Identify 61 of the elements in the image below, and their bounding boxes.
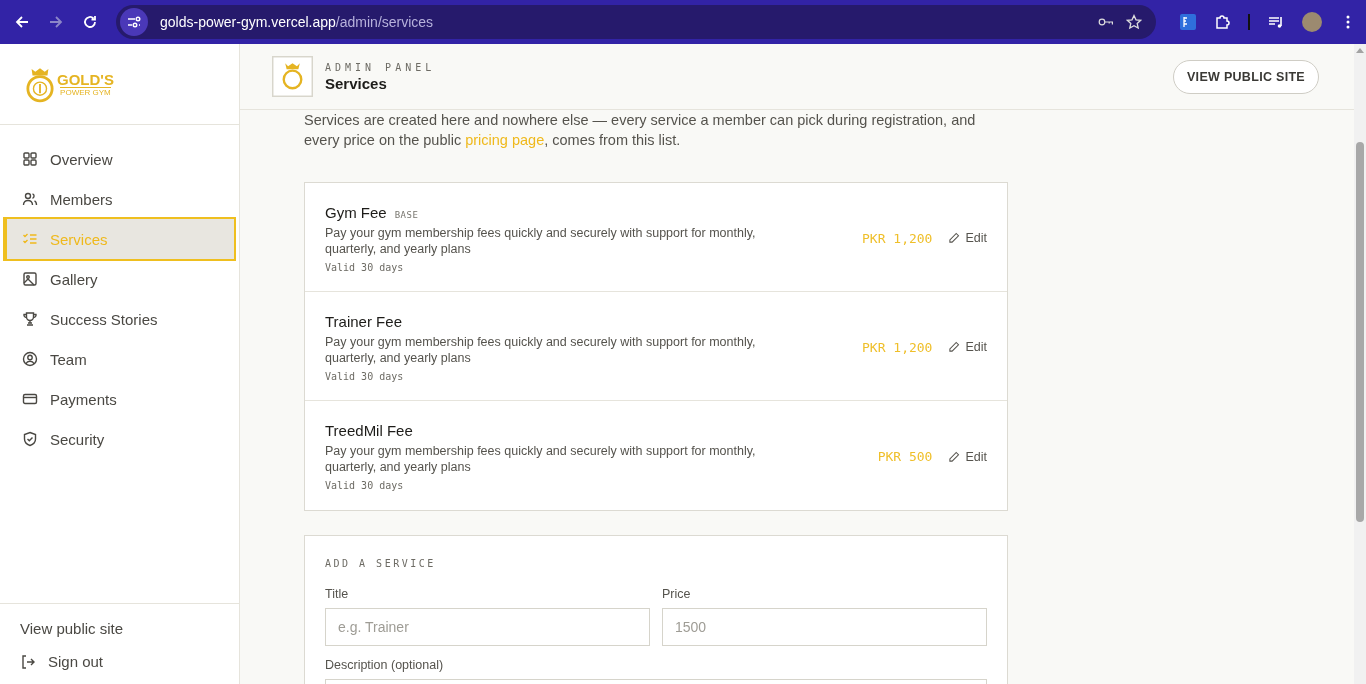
- pencil-icon: [948, 232, 961, 244]
- input-field[interactable]: e.g. Trainer: [325, 608, 650, 646]
- edit-button[interactable]: Edit: [948, 449, 987, 464]
- star-icon[interactable]: [1126, 14, 1142, 30]
- edit-button[interactable]: Edit: [948, 231, 987, 245]
- users-icon: [22, 191, 38, 207]
- nav-item[interactable]: Members: [5, 179, 234, 219]
- intro-paragraph: Services are created here and nowhere else — every service a member can pick during registration, and every price on the public pricing page, comes from this list.: [304, 111, 977, 150]
- user-circle-icon: [22, 351, 38, 367]
- nav-item[interactable]: Success Stories: [5, 299, 234, 339]
- eyebrow-label: ADMIN PANEL: [325, 61, 436, 73]
- logo-tagline: POWER GYM: [60, 86, 111, 97]
- pencil-icon: [948, 341, 961, 353]
- profile-avatar[interactable]: [1302, 12, 1322, 32]
- shield-check-icon: [22, 431, 38, 447]
- nav-item[interactable]: Gallery: [5, 259, 234, 299]
- checklist-icon: [22, 231, 38, 247]
- pencil-icon: [948, 450, 961, 463]
- site-settings-icon[interactable]: [120, 8, 148, 36]
- back-icon[interactable]: [14, 14, 30, 30]
- field-label: Title: [325, 587, 350, 601]
- field-label: Description (optional): [325, 658, 445, 672]
- service-price: PKR 500: [877, 449, 933, 464]
- grid-icon: [22, 151, 38, 167]
- form-heading: ADD A SERVICE: [325, 558, 437, 569]
- input-field[interactable]: 1500: [662, 608, 987, 646]
- edit-button[interactable]: Edit: [948, 340, 987, 354]
- service-price: PKR 1,200: [862, 339, 933, 355]
- trophy-icon: [22, 311, 38, 327]
- field-label: Price: [662, 587, 692, 601]
- validity-text: Valid 30 days: [325, 480, 405, 491]
- sign-out-icon: [20, 653, 36, 670]
- validity-text: Valid 30 days: [325, 370, 405, 382]
- page-title: Services: [325, 74, 388, 92]
- ruler-extension-icon[interactable]: [1180, 14, 1196, 30]
- view-public-site-button[interactable]: VIEW PUBLIC SITE: [1173, 59, 1319, 94]
- puzzle-icon[interactable]: [1214, 14, 1230, 30]
- service-tag-label: BASE: [394, 209, 419, 220]
- image-icon: [22, 271, 38, 287]
- service-description: Pay your gym membership fees quickly and securely with support for monthly, quarterly, and yearly plans: [325, 224, 757, 257]
- gym-logo-icon: [272, 56, 313, 97]
- logo-wordmark: GOLD'S: [57, 71, 114, 87]
- credit-card-icon: [22, 391, 38, 407]
- service-title: TreedMil Fee: [325, 422, 413, 439]
- service-price: PKR 1,200: [862, 230, 933, 246]
- address-bar[interactable]: golds-power-gym.vercel.app/admin/services: [116, 5, 1156, 39]
- nav-item[interactable]: Payments: [5, 379, 234, 419]
- view-public-site-link[interactable]: View public site: [20, 620, 219, 637]
- sign-out-link[interactable]: Sign out: [20, 653, 219, 670]
- url-text[interactable]: golds-power-gym.vercel.app/admin/services: [160, 14, 434, 30]
- reload-icon[interactable]: [82, 14, 98, 30]
- forward-icon[interactable]: [48, 14, 64, 30]
- nav-item[interactable]: Team: [5, 339, 234, 379]
- validity-text: Valid 30 days: [325, 261, 405, 273]
- service-description: Pay your gym membership fees quickly and securely with support for monthly, quarterly, and yearly plans: [325, 443, 757, 475]
- service-description: Pay your gym membership fees quickly and securely with support for monthly, quarterly, and yearly plans: [325, 333, 757, 366]
- media-icon[interactable]: [1268, 14, 1284, 30]
- service-title: Trainer Fee: [325, 312, 402, 330]
- service-title: Gym Fee: [325, 203, 387, 221]
- nav-item[interactable]: Security: [5, 419, 234, 459]
- nav-item[interactable]: Overview: [5, 139, 234, 179]
